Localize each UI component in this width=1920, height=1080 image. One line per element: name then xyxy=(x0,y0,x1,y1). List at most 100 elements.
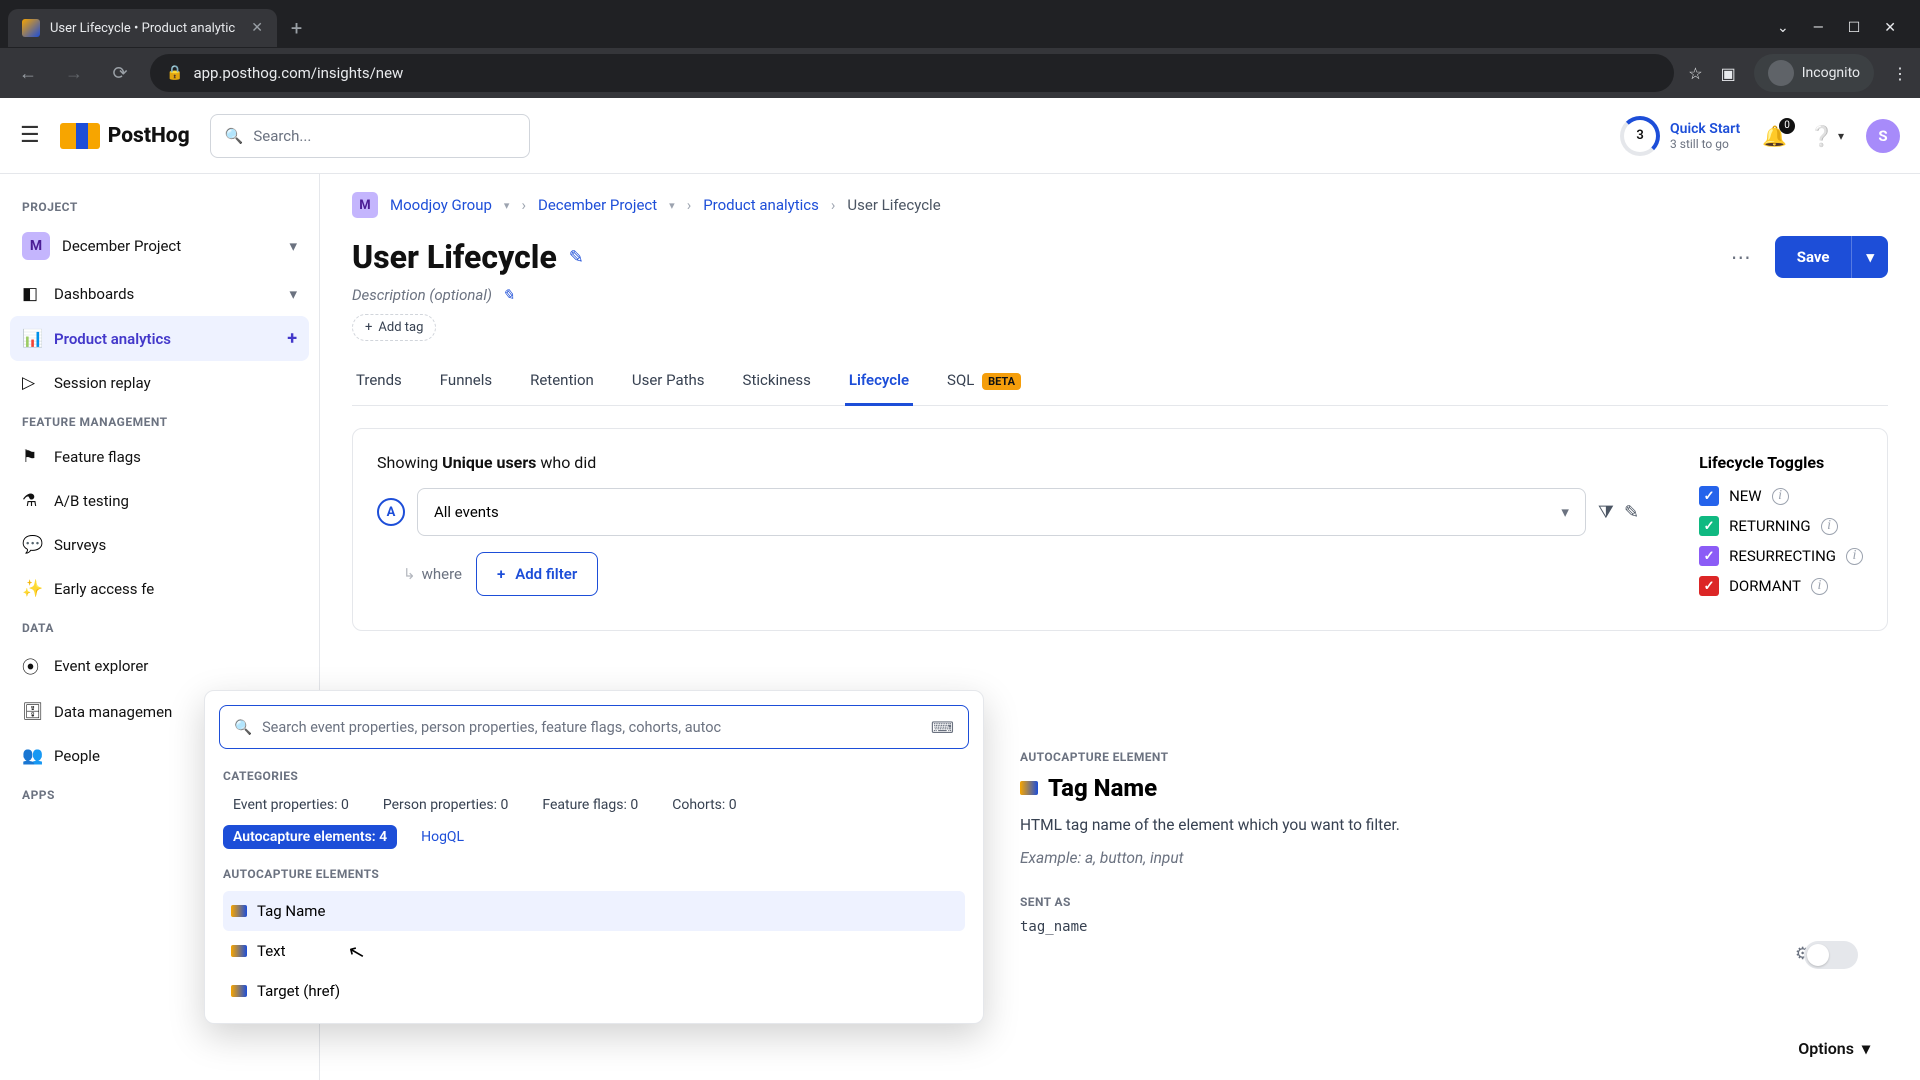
user-avatar[interactable]: S xyxy=(1866,119,1900,153)
posthog-icon xyxy=(231,905,247,917)
incognito-badge[interactable]: Incognito xyxy=(1754,54,1874,92)
property-search-input[interactable]: 🔍 Search event properties, person proper… xyxy=(219,705,969,749)
breadcrumb-area[interactable]: Product analytics xyxy=(703,196,819,214)
toggle-switch[interactable] xyxy=(1804,941,1858,969)
sidebar-item-dashboards[interactable]: ◧ Dashboards ▾ xyxy=(10,272,309,316)
logo[interactable]: PostHog xyxy=(60,123,190,149)
checkbox-icon: ✓ xyxy=(1699,576,1719,596)
quickstart-title: Quick Start xyxy=(1670,121,1740,137)
tab-user-paths[interactable]: User Paths xyxy=(628,361,709,405)
sidebar-item-event-explorer[interactable]: ⦿ Event explorer xyxy=(10,641,309,690)
detail-label: AUTOCAPTURE ELEMENT xyxy=(1020,750,1416,764)
tab-lifecycle[interactable]: Lifecycle xyxy=(845,361,913,406)
property-item-target[interactable]: Target (href) xyxy=(223,971,965,1011)
sidebar-project-selector[interactable]: M December Project ▾ xyxy=(10,220,309,272)
maximize-icon[interactable]: ☐ xyxy=(1848,20,1861,36)
toggle-resurrecting[interactable]: ✓ RESURRECTING i xyxy=(1699,546,1863,566)
back-icon[interactable]: ← xyxy=(12,63,44,84)
filter-icon[interactable]: ⧩ xyxy=(1598,502,1614,523)
hamburger-icon[interactable]: ☰ xyxy=(20,123,40,148)
posthog-icon xyxy=(231,945,247,957)
org-badge: M xyxy=(352,192,378,218)
cat-autocapture[interactable]: Autocapture elements: 4 xyxy=(223,825,397,849)
quickstart[interactable]: 3 Quick Start 3 still to go xyxy=(1620,116,1740,156)
options-button[interactable]: Options ▾ xyxy=(1798,1039,1870,1058)
add-filter-button[interactable]: + Add filter xyxy=(476,552,598,596)
browser-tab[interactable]: User Lifecycle • Product analytic ✕ xyxy=(8,9,277,47)
checkbox-icon: ✓ xyxy=(1699,546,1719,566)
detail-description: HTML tag name of the element which you w… xyxy=(1020,814,1416,837)
save-dropdown-icon[interactable]: ▾ xyxy=(1851,236,1888,278)
breadcrumb: M Moodjoy Group ▾ › December Project ▾ ›… xyxy=(352,192,1888,218)
plus-icon[interactable]: + xyxy=(287,328,297,349)
browser-menu-icon[interactable]: ⋮ xyxy=(1892,64,1908,83)
edit-description-icon[interactable]: ✎ xyxy=(502,286,515,304)
tab-trends[interactable]: Trends xyxy=(352,361,406,405)
search-icon: 🔍 xyxy=(234,719,252,736)
sidebar-item-ab-testing[interactable]: ⚗ A/B testing xyxy=(10,479,309,523)
new-tab-button[interactable]: + xyxy=(291,16,302,40)
breadcrumb-page: User Lifecycle xyxy=(847,196,940,214)
sidebar-item-product-analytics[interactable]: 📊 Product analytics + xyxy=(10,316,309,361)
forward-icon[interactable]: → xyxy=(58,63,90,84)
app-topbar: ☰ PostHog 🔍 Search... 3 Quick Start 3 st… xyxy=(0,98,1920,174)
tab-retention[interactable]: Retention xyxy=(526,361,598,405)
edit-title-icon[interactable]: ✎ xyxy=(569,247,584,268)
save-button[interactable]: Save ▾ xyxy=(1775,236,1888,278)
info-icon[interactable]: i xyxy=(1821,518,1838,535)
tab-funnels[interactable]: Funnels xyxy=(436,361,496,405)
sparkle-icon: ✨ xyxy=(22,579,42,599)
cat-hogql[interactable]: HogQL xyxy=(411,825,474,849)
chevron-down-icon[interactable]: ⌄ xyxy=(1777,20,1789,36)
help-button[interactable]: ❔ ▾ xyxy=(1809,124,1844,148)
sidebar-section-data: DATA xyxy=(10,611,309,641)
beta-badge: BETA xyxy=(982,373,1021,390)
info-icon[interactable]: i xyxy=(1846,548,1863,565)
quickstart-progress: 3 xyxy=(1620,116,1660,156)
add-tag-button[interactable]: + Add tag xyxy=(352,314,436,341)
reload-icon[interactable]: ⟳ xyxy=(104,63,136,84)
chat-icon: 💬 xyxy=(22,535,42,555)
breadcrumb-org[interactable]: Moodjoy Group xyxy=(390,196,492,214)
search-input[interactable]: 🔍 Search... xyxy=(210,114,530,158)
tab-stickiness[interactable]: Stickiness xyxy=(739,361,815,405)
more-menu-button[interactable]: ⋯ xyxy=(1721,239,1761,275)
toggle-returning[interactable]: ✓ RETURNING i xyxy=(1699,516,1863,536)
url-input[interactable]: 🔒 app.posthog.com/insights/new xyxy=(150,54,1674,92)
toggle-new[interactable]: ✓ NEW i xyxy=(1699,486,1863,506)
close-tab-icon[interactable]: ✕ xyxy=(251,20,263,36)
bookmark-icon[interactable]: ☆ xyxy=(1688,64,1702,83)
cat-person-properties[interactable]: Person properties: 0 xyxy=(373,793,519,817)
cat-cohorts[interactable]: Cohorts: 0 xyxy=(662,793,746,817)
info-icon[interactable]: i xyxy=(1811,578,1828,595)
toggles-title: Lifecycle Toggles xyxy=(1699,453,1863,472)
toggle-dormant[interactable]: ✓ DORMANT i xyxy=(1699,576,1863,596)
edit-icon[interactable]: ✎ xyxy=(1624,502,1639,523)
sidebar-item-early-access[interactable]: ✨ Early access fe xyxy=(10,567,309,611)
incognito-icon xyxy=(1768,60,1794,86)
flag-icon: ⚑ xyxy=(22,447,42,467)
cat-feature-flags[interactable]: Feature flags: 0 xyxy=(532,793,648,817)
quickstart-subtitle: 3 still to go xyxy=(1670,137,1740,151)
info-icon[interactable]: i xyxy=(1772,488,1789,505)
property-item-tag-name[interactable]: Tag Name xyxy=(223,891,965,931)
property-item-text[interactable]: Text xyxy=(223,931,965,971)
play-icon: ▷ xyxy=(22,373,42,393)
breadcrumb-project[interactable]: December Project xyxy=(538,196,657,214)
autocapture-section-label: AUTOCAPTURE ELEMENTS xyxy=(223,867,965,881)
sidebar-item-surveys[interactable]: 💬 Surveys xyxy=(10,523,309,567)
database-icon: 🗄 xyxy=(22,702,42,722)
minimize-icon[interactable]: — xyxy=(1813,20,1824,36)
tab-sql[interactable]: SQL BETA xyxy=(943,361,1025,405)
cat-event-properties[interactable]: Event properties: 0 xyxy=(223,793,359,817)
tab-title: User Lifecycle • Product analytic xyxy=(50,21,235,36)
panel-icon[interactable]: ▣ xyxy=(1721,64,1736,83)
chevron-down-icon: ▾ xyxy=(289,285,297,303)
sidebar-item-session-replay[interactable]: ▷ Session replay xyxy=(10,361,309,405)
address-bar: ← → ⟳ 🔒 app.posthog.com/insights/new ☆ ▣… xyxy=(0,48,1920,98)
sidebar-item-feature-flags[interactable]: ⚑ Feature flags xyxy=(10,435,309,479)
notifications-button[interactable]: 🔔 0 xyxy=(1762,124,1787,148)
event-select[interactable]: All events ▾ xyxy=(417,488,1586,536)
description-placeholder[interactable]: Description (optional) xyxy=(352,286,492,304)
close-window-icon[interactable]: ✕ xyxy=(1884,20,1896,36)
